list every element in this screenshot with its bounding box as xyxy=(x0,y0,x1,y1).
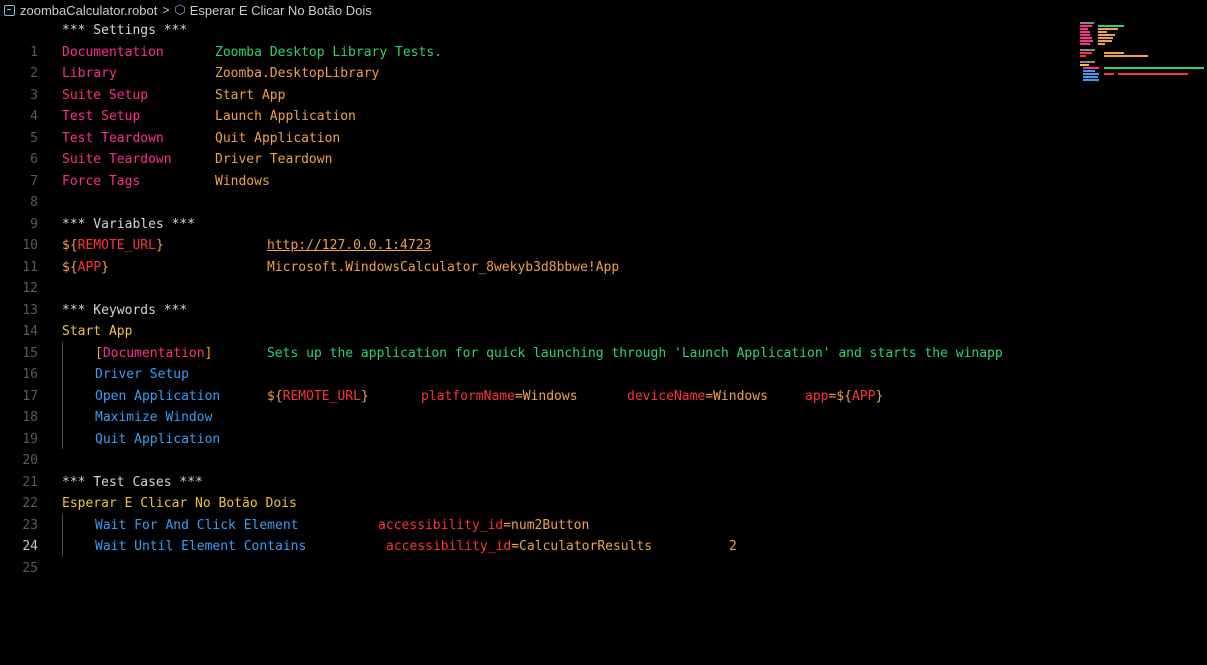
variable-brace: ${ xyxy=(62,259,78,275)
variable-brace: } xyxy=(101,259,109,275)
setting-value: Driver Teardown xyxy=(215,152,333,167)
code-line[interactable]: 22 *** Test Cases *** xyxy=(0,472,1207,512)
setting-value: Zoomba.DesktopLibrary xyxy=(215,66,380,81)
argument-value: =Windows xyxy=(514,388,578,404)
section-header: *** Settings *** xyxy=(62,23,188,38)
robot-file-icon xyxy=(4,4,15,16)
variable-name: APP xyxy=(77,259,102,275)
code-line[interactable]: 10 *** Variables *** xyxy=(0,214,1207,254)
setting-value: Quit Application xyxy=(215,130,341,146)
code-line[interactable]: 25 Wait Until Element Contains accessibi… xyxy=(0,536,1207,576)
setting-value: Windows xyxy=(215,173,270,189)
bracket: ] xyxy=(204,345,213,361)
code-line[interactable]: 23 Esperar E Clicar No Botão Dois xyxy=(0,493,1207,533)
keyword-name: Start App xyxy=(62,324,133,339)
setting-name: Test Setup xyxy=(62,109,141,124)
setting-name: Library xyxy=(62,66,117,81)
code-line[interactable]: 7 Suite Teardown Driver Teardown xyxy=(0,149,1207,189)
code-line[interactable]: 4 Suite Setup Start App xyxy=(0,85,1207,125)
code-line[interactable]: 11 ${REMOTE_URL} http://127.0.0.1:4723 xyxy=(0,235,1207,275)
variable-name: REMOTE_URL xyxy=(282,388,361,404)
code-line[interactable]: 8 Force Tags Windows xyxy=(0,171,1207,211)
breadcrumb: zoombaCalculator.robot > ⬡ Esperar E Cli… xyxy=(0,0,1207,20)
variable-name: REMOTE_URL xyxy=(77,238,156,253)
keyword-call: Quit Application xyxy=(95,431,221,447)
setting-name: Documentation xyxy=(102,345,205,361)
code-line[interactable]: 2 Documentation Zoomba Desktop Library T… xyxy=(0,42,1207,82)
variable-brace: } xyxy=(155,238,164,253)
documentation-text: Sets up the application for quick launch… xyxy=(267,345,1003,361)
keyword-call: Wait Until Element Contains xyxy=(95,539,307,554)
argument-name: accessibility_id xyxy=(378,517,504,533)
setting-name: Test Teardown xyxy=(62,130,164,146)
code-line[interactable]: 19 Maximize Window xyxy=(0,407,1207,447)
code-line[interactable]: 18 Open Application ${REMOTE_URL} platfo… xyxy=(0,386,1207,426)
code-line[interactable]: 14 *** Keywords *** xyxy=(0,300,1207,340)
setting-value: Launch Application xyxy=(215,109,356,124)
variable-brace: } xyxy=(360,388,369,404)
chevron-right-icon: > xyxy=(162,3,170,17)
argument-name: platformName xyxy=(421,388,515,404)
test-case-name: Esperar E Clicar No Botão Dois xyxy=(62,496,297,511)
breadcrumb-file[interactable]: zoombaCalculator.robot xyxy=(20,3,157,18)
setting-name: Suite Teardown xyxy=(62,152,172,167)
code-line[interactable]: 12 ${APP} Microsoft.WindowsCalculator_8w… xyxy=(0,257,1207,297)
argument-value: =${ xyxy=(828,388,852,404)
code-line[interactable]: 17 Driver Setup xyxy=(0,364,1207,404)
section-header: *** Test Cases *** xyxy=(62,474,203,490)
argument-name: deviceName xyxy=(627,388,706,404)
setting-value: Zoomba Desktop Library Tests. xyxy=(215,44,442,60)
setting-value: Start App xyxy=(215,87,286,103)
keyword-call: Wait For And Click Element xyxy=(95,517,299,533)
variable-value: Microsoft.WindowsCalculator_8wekyb3d8bbw… xyxy=(267,259,620,275)
remote-url-link[interactable]: http://127.0.0.1:4723 xyxy=(267,235,431,257)
code-line-active[interactable]: 24 Wait For And Click Element accessibil… xyxy=(0,515,1207,555)
code-line[interactable]: 9 xyxy=(0,192,1207,232)
code-line[interactable]: 1 *** Settings *** xyxy=(0,20,1207,60)
argument-name: app xyxy=(805,388,829,404)
breadcrumb-symbol[interactable]: Esperar E Clicar No Botão Dois xyxy=(190,3,372,18)
code-line[interactable]: 21 xyxy=(0,450,1207,490)
argument-value: =Windows xyxy=(705,388,768,404)
argument-value: 2 xyxy=(729,539,737,554)
code-line[interactable]: 15 Start App xyxy=(0,321,1207,361)
code-line[interactable]: 16 [Documentation] Sets up the applicati… xyxy=(0,343,1207,383)
setting-name: Force Tags xyxy=(62,173,141,189)
variable-brace: } xyxy=(875,388,884,404)
keyword-call: Driver Setup xyxy=(95,367,189,382)
keyword-call: Maximize Window xyxy=(95,410,213,425)
code-line[interactable]: 5 Test Setup Launch Application xyxy=(0,106,1207,146)
symbol-icon: ⬡ xyxy=(174,2,186,17)
variable-brace: ${ xyxy=(62,238,78,253)
code-line[interactable]: 13 xyxy=(0,278,1207,318)
setting-name: Suite Setup xyxy=(62,87,149,103)
section-header: *** Variables *** xyxy=(62,216,196,232)
setting-name: Documentation xyxy=(62,44,164,60)
minimap[interactable] xyxy=(1078,22,1206,82)
code-line[interactable]: 3 Library Zoomba.DesktopLibrary xyxy=(0,63,1207,103)
variable-name: APP xyxy=(851,388,876,404)
argument-value: =CalculatorResults xyxy=(511,539,653,554)
argument-value: =num2Button xyxy=(503,517,590,533)
variable-brace: ${ xyxy=(267,388,283,404)
keyword-call: Open Application xyxy=(95,388,221,404)
code-line[interactable]: 6 Test Teardown Quit Application xyxy=(0,128,1207,168)
bracket: [ xyxy=(95,345,103,361)
line-number: 25 xyxy=(22,560,38,576)
code-line[interactable]: 20 Quit Application xyxy=(0,429,1207,469)
section-header: *** Keywords *** xyxy=(62,302,188,318)
argument-name: accessibility_id xyxy=(386,539,512,554)
